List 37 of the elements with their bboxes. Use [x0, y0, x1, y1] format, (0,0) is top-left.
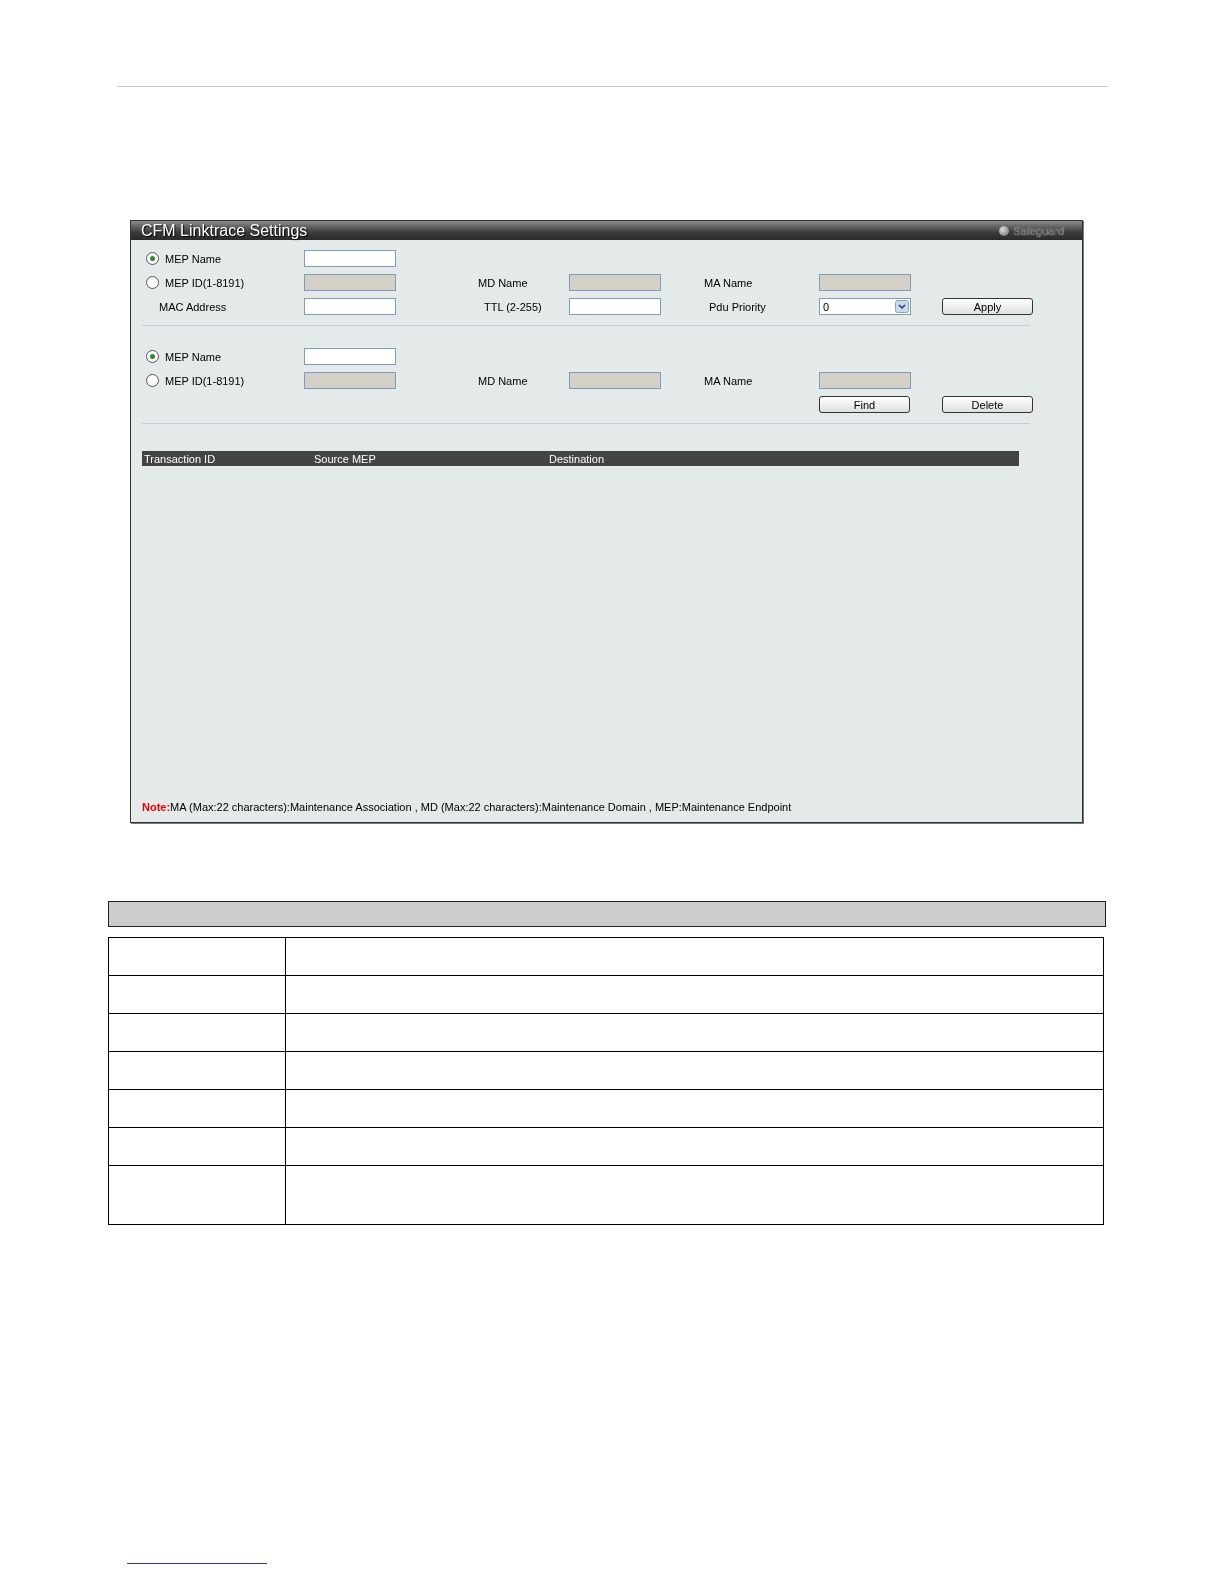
radio-option[interactable]: MEP Name	[142, 252, 304, 265]
delete-button[interactable]: Delete	[942, 396, 1033, 413]
mep-id-field[interactable]	[304, 274, 396, 291]
radio-option[interactable]: MEP ID(1-8191)	[142, 276, 304, 289]
mep-id-field[interactable]	[304, 372, 396, 389]
panel-title: CFM Linktrace Settings	[141, 221, 308, 240]
column-header: Destination	[548, 452, 606, 465]
md-name-label: MD Name	[478, 374, 529, 387]
note-text: Note:MA (Max:22 characters):Maintenance Association , MD (Max:22 characters):Maintenance Domain , MEP:Maintenance Endpoint	[142, 801, 793, 813]
dropdown-caret-icon	[895, 300, 909, 313]
ma-name-field[interactable]	[819, 274, 911, 291]
radio-option[interactable]: MEP ID(1-8191)	[142, 374, 304, 387]
pdu-priority-label: Pdu Priority	[708, 300, 767, 313]
md-name-label: MD Name	[478, 276, 529, 289]
md-name-field[interactable]	[569, 372, 661, 389]
pdu-priority-select[interactable]: 0	[819, 298, 911, 315]
ttl-label: TTL (2-255)	[483, 300, 543, 313]
safeguard-label: Safeguard	[1013, 224, 1064, 237]
md-name-field[interactable]	[569, 274, 661, 291]
mac-address-label: MAC Address	[158, 300, 228, 313]
column-header: Transaction ID	[143, 452, 217, 465]
mep-name-field[interactable]	[304, 250, 396, 267]
ma-name-label: MA Name	[704, 276, 754, 289]
status-dot-icon	[999, 225, 1010, 236]
ttl-field[interactable]	[569, 298, 661, 315]
apply-button[interactable]: Apply	[942, 298, 1033, 315]
radio-button[interactable]	[146, 350, 159, 363]
column-header: Source MEP	[313, 452, 377, 465]
find-button[interactable]: Find	[819, 396, 910, 413]
radio-button[interactable]	[146, 374, 159, 387]
ma-name-field[interactable]	[819, 372, 911, 389]
radio-button[interactable]	[146, 252, 159, 265]
radio-button[interactable]	[146, 276, 159, 289]
radio-option[interactable]: MEP Name	[142, 350, 304, 363]
mep-name-field[interactable]	[304, 348, 396, 365]
mac-address-field[interactable]	[304, 298, 396, 315]
ma-name-label: MA Name	[704, 374, 754, 387]
